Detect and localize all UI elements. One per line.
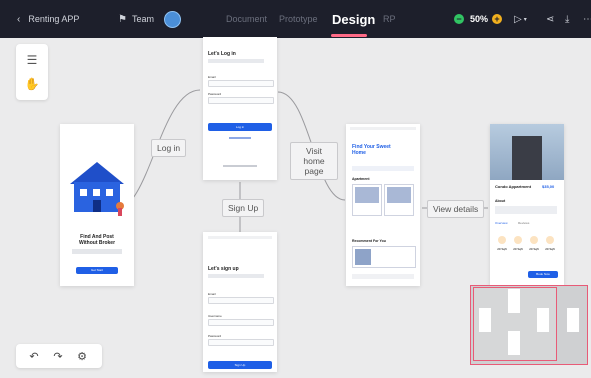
undo-button[interactable]: ↶ [26, 348, 42, 364]
login-email-field[interactable] [208, 80, 274, 87]
stat-item: 20 Sqft [495, 236, 509, 260]
detail-stats: 20 Sqft 20 Sqft 20 Sqft 20 Sqft [495, 236, 561, 260]
signup-password-field[interactable] [208, 339, 274, 346]
gear-icon: ⚙ [77, 350, 87, 363]
signup-title: Let's sign up [208, 266, 239, 272]
signup-status-bar [208, 236, 272, 239]
signup-screen[interactable]: Let's sign up Email Username Password Si… [203, 232, 277, 372]
onboarding-title: Find And Post Without Broker [78, 234, 116, 246]
signup-link[interactable] [223, 165, 257, 167]
minimap-viewport[interactable] [473, 287, 557, 361]
signup-button[interactable]: Sign Up [208, 361, 272, 369]
settings-button[interactable]: ⚙ [74, 348, 90, 364]
redo-button[interactable]: ↷ [50, 348, 66, 364]
signup-username-field[interactable] [208, 319, 274, 326]
onboarding-description [72, 249, 122, 254]
home-title: Find Your Sweet Home [352, 144, 391, 156]
onboarding-screen[interactable]: Find And Post Without Broker Get Start [60, 124, 134, 286]
stat-item: 20 Sqft [543, 236, 557, 260]
detail-name: Condo Appartment [495, 184, 532, 189]
undo-icon: ↶ [29, 350, 39, 363]
bottom-toolbar: ↶ ↷ ⚙ [16, 344, 102, 368]
hand-icon: ✋ [24, 77, 40, 91]
apartment-card-1-image [355, 187, 379, 203]
login-screen[interactable]: Let's Log in Email Password Log in [203, 37, 277, 180]
signup-subtitle [208, 274, 264, 278]
layers-tool[interactable]: ☰ [22, 50, 42, 70]
detail-about-text [495, 206, 557, 214]
detail-price: $35,00 [542, 184, 555, 189]
flow-label-login[interactable]: Log in [151, 139, 187, 157]
get-start-button[interactable]: Get Start [76, 267, 118, 274]
signup-username-label: Username [208, 314, 222, 318]
login-button[interactable]: Log in [208, 123, 272, 131]
stat-icon [514, 236, 522, 244]
stat-item: 20 Sqft [527, 236, 541, 260]
stat-icon [498, 236, 506, 244]
building-shape [512, 136, 542, 180]
flow-label-view-details[interactable]: View details [427, 200, 485, 218]
left-toolbox: ☰ ✋ [16, 44, 48, 100]
stat-value: 20 Sqft [545, 247, 555, 251]
forgot-password-link[interactable] [229, 137, 251, 139]
detail-hero-image [490, 124, 564, 180]
signup-email-field[interactable] [208, 297, 274, 304]
stat-icon [546, 236, 554, 244]
login-title: Let's Log in [208, 51, 236, 57]
redo-icon: ↷ [53, 350, 63, 363]
login-subtitle [208, 59, 264, 63]
apartment-card-2-image [387, 187, 411, 203]
stat-icon [530, 236, 538, 244]
signup-password-label: Password [208, 334, 222, 338]
recommend-card[interactable] [352, 246, 416, 268]
detail-tab-overview[interactable]: Overview [495, 221, 508, 225]
home-section-recommend: Recomment For You [352, 239, 386, 243]
apartment-card-2[interactable] [384, 184, 414, 216]
home-status-bar [350, 127, 416, 130]
filter-chips [352, 166, 414, 171]
book-now-button[interactable]: Book Now [528, 271, 558, 278]
minimap-thumb [567, 308, 579, 332]
house-illustration [70, 162, 124, 216]
stat-item: 20 Sqft [511, 236, 525, 260]
flow-label-visit-home[interactable]: Visit home page [290, 142, 338, 180]
login-email-label: Email [208, 75, 216, 79]
recommend-card-image [355, 249, 371, 265]
signup-email-label: Email [208, 292, 216, 296]
layers-icon: ☰ [26, 53, 38, 67]
apartment-card-1[interactable] [352, 184, 382, 216]
stat-value: 20 Sqft [497, 247, 507, 251]
stat-value: 20 Sqft [529, 247, 539, 251]
hand-tool[interactable]: ✋ [22, 74, 42, 94]
home-section-apartment: Apartment [352, 177, 370, 181]
detail-section-about: About [495, 199, 506, 203]
stat-value: 20 Sqft [513, 247, 523, 251]
home-tab-bar [352, 274, 414, 279]
home-screen[interactable]: Find Your Sweet Home Apartment Recomment… [346, 124, 420, 286]
login-password-label: Password [208, 92, 222, 96]
login-password-field[interactable] [208, 97, 274, 104]
flow-label-signup[interactable]: Sign Up [222, 199, 265, 217]
detail-screen[interactable]: Condo Appartment $35,00 About Overview R… [490, 124, 564, 286]
detail-tab-reviews[interactable]: Reviews [518, 221, 529, 225]
